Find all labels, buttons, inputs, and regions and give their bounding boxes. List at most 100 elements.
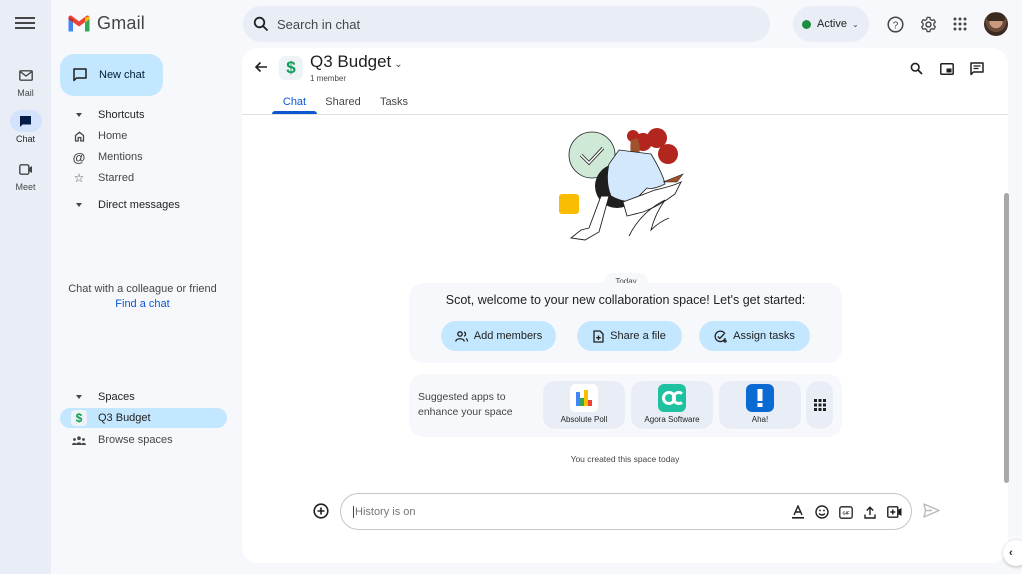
button-label: Add members [473, 330, 543, 342]
new-chat-button[interactable]: New chat [60, 54, 163, 96]
search-icon [910, 62, 923, 75]
gmail-m-icon [68, 15, 90, 31]
button-label: Share a file [610, 330, 666, 342]
nav-item-home[interactable]: Home [60, 126, 227, 146]
side-panel-toggle-button[interactable]: ‹ [1003, 540, 1022, 566]
threads-button[interactable] [970, 62, 984, 81]
space-label: Q3 Budget [98, 412, 151, 424]
app-absolute-poll[interactable]: Absolute Poll [543, 381, 625, 429]
rail-label: Mail [17, 88, 34, 98]
add-task-icon [714, 330, 728, 343]
button-label: Assign tasks [733, 330, 795, 342]
welcome-illustration [559, 128, 684, 241]
browse-spaces-item[interactable]: Browse spaces [60, 430, 227, 450]
welcome-message: Scot, welcome to your new collaboration … [445, 293, 806, 307]
chevron-down-icon: ⌄ [394, 59, 403, 70]
rail-item-chat[interactable]: Chat [0, 110, 51, 144]
space-title-dropdown[interactable]: Q3 Budget ⌄ [310, 52, 403, 72]
find-a-chat-link[interactable]: Find a chat [55, 297, 230, 312]
tab-shared[interactable]: Shared [319, 94, 367, 114]
status-dot-icon [802, 19, 811, 29]
emoji-button[interactable] [814, 504, 830, 520]
home-icon [60, 131, 98, 142]
add-attachment-button[interactable] [313, 503, 329, 524]
tab-chat[interactable]: Chat [272, 94, 317, 114]
absolute-poll-icon [570, 384, 598, 412]
nav-label: Mentions [98, 151, 143, 163]
rail-item-meet[interactable]: Meet [0, 158, 51, 192]
dm-empty-text: Chat with a colleague or friend [68, 283, 217, 295]
status-label: Active [817, 18, 847, 30]
message-composer: GIF [340, 493, 912, 530]
new-chat-icon [73, 68, 87, 82]
app-name: Agora Software [644, 415, 700, 424]
rail-label: Chat [15, 134, 35, 144]
collapse-caret-icon [76, 113, 82, 117]
video-icon [10, 158, 42, 180]
help-button[interactable]: ? [885, 14, 905, 34]
gif-button[interactable]: GIF [838, 504, 854, 520]
collapse-caret-icon [76, 395, 82, 399]
space-created-notice: You created this space today [570, 454, 680, 464]
chat-scrollbar[interactable] [1004, 193, 1009, 483]
dm-empty-state: Chat with a colleague or friend Find a c… [55, 282, 230, 312]
welcome-card: Scot, welcome to your new collaboration … [409, 283, 842, 363]
format-text-button[interactable] [790, 504, 806, 520]
nav-item-mentions[interactable]: @ Mentions [60, 147, 227, 167]
main-menu-button[interactable] [14, 14, 36, 34]
add-members-button[interactable]: Add members [441, 321, 556, 351]
section-label: Spaces [98, 391, 135, 403]
dollar-icon: $ [71, 410, 87, 426]
help-icon: ? [886, 15, 904, 33]
app-rail: Mail Chat Meet [0, 0, 51, 574]
space-item-q3-budget[interactable]: $ Q3 Budget [60, 408, 227, 428]
app-agora-software[interactable]: Agora Software [631, 381, 713, 429]
spaces-section-toggle[interactable]: Spaces [60, 387, 227, 407]
pop-out-button[interactable] [940, 62, 954, 80]
nav-item-starred[interactable]: ☆ Starred [60, 168, 227, 188]
svg-text:GIF: GIF [843, 510, 850, 515]
settings-button[interactable] [918, 14, 938, 34]
more-apps-button[interactable] [806, 381, 833, 429]
space-tabs: Chat Shared Tasks [272, 94, 413, 114]
chevron-down-icon: ⌄ [851, 19, 859, 29]
aha-icon [746, 384, 774, 412]
search-bar[interactable]: Search in chat [243, 6, 770, 42]
share-a-file-button[interactable]: Share a file [577, 321, 682, 351]
tab-tasks[interactable]: Tasks [375, 94, 413, 114]
space-icon: $ [279, 56, 303, 80]
search-placeholder: Search in chat [277, 16, 361, 32]
add-person-icon [454, 330, 468, 342]
search-icon [253, 16, 269, 32]
upload-file-button[interactable] [862, 504, 878, 520]
suggested-apps-card: Suggested apps to enhance your space Abs… [409, 374, 842, 437]
add-video-meeting-button[interactable] [886, 504, 902, 520]
apps-grid-icon [813, 399, 826, 411]
assign-tasks-button[interactable]: Assign tasks [699, 321, 810, 351]
tab-divider [242, 114, 1008, 115]
emoji-icon [815, 505, 829, 519]
send-icon [923, 503, 940, 518]
arrow-left-icon [254, 61, 267, 73]
space-panel: $ Q3 Budget ⌄ 1 member Chat Shared Tasks … [242, 48, 1008, 563]
at-icon: @ [72, 149, 86, 165]
gmail-logo[interactable]: Gmail [67, 13, 145, 34]
mail-icon [10, 64, 42, 86]
chevron-left-icon: ‹ [1009, 547, 1013, 559]
rail-item-mail[interactable]: Mail [0, 64, 51, 98]
send-button[interactable] [923, 503, 940, 523]
nav-label: Browse spaces [98, 434, 173, 446]
apps-grid-icon [953, 17, 967, 31]
star-icon: ☆ [73, 171, 85, 185]
back-button[interactable] [254, 60, 268, 79]
app-aha[interactable]: Aha! [719, 381, 801, 429]
svg-text:?: ? [892, 20, 898, 31]
account-avatar[interactable] [984, 12, 1008, 36]
search-in-space-button[interactable] [910, 62, 923, 80]
direct-messages-section-toggle[interactable]: Direct messages [60, 195, 227, 215]
status-dropdown[interactable]: Active ⌄ [793, 6, 869, 42]
chat-icon [9, 110, 42, 132]
apps-launcher-button[interactable] [950, 14, 970, 34]
shortcuts-section-toggle[interactable]: Shortcuts [60, 105, 227, 125]
message-input[interactable] [353, 505, 773, 518]
